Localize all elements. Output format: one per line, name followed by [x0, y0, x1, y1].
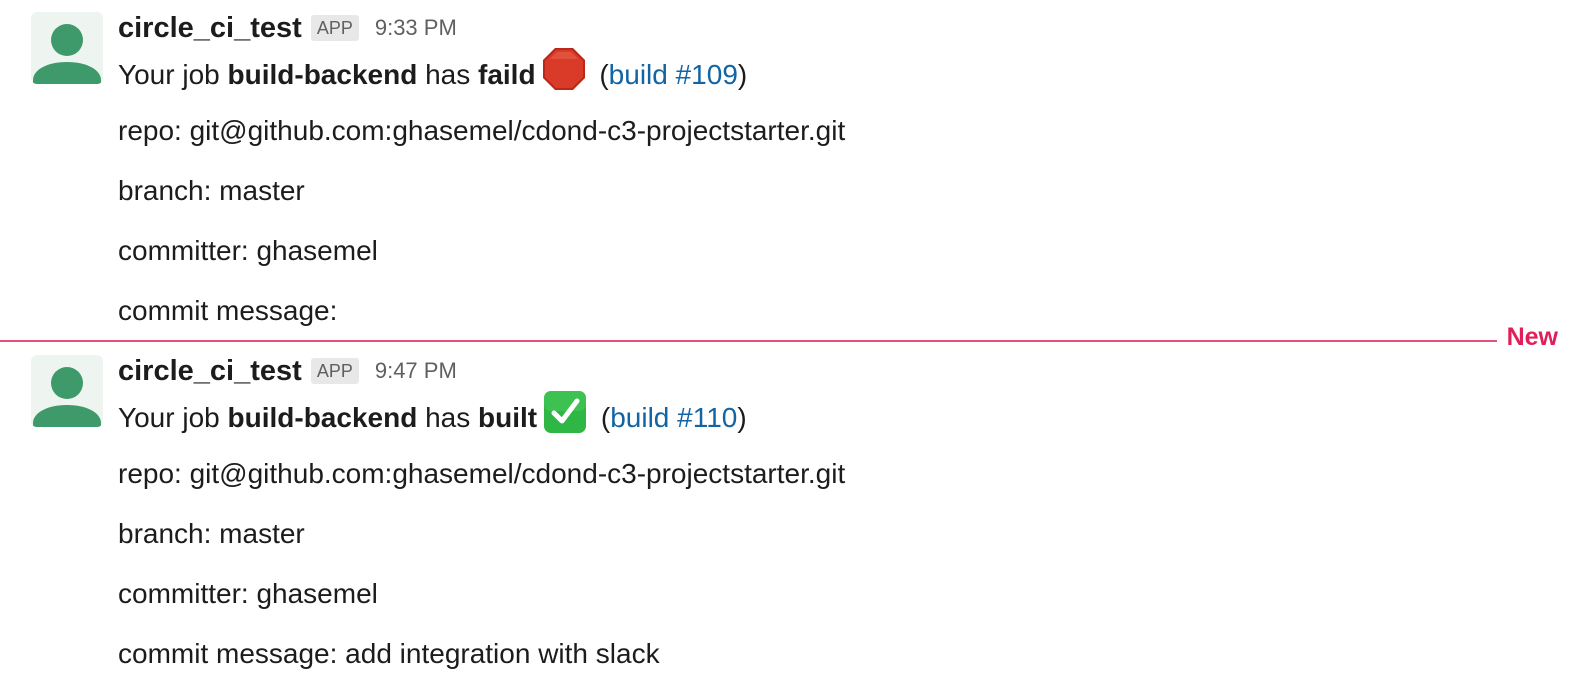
committer-line: committer: ghasemel — [118, 578, 378, 609]
user-icon — [33, 24, 101, 84]
check-mark-icon — [543, 390, 587, 443]
timestamp[interactable]: 9:47 PM — [375, 358, 457, 384]
branch-line: branch: master — [118, 175, 305, 206]
job-middle: has — [417, 401, 478, 433]
avatar[interactable] — [31, 355, 103, 427]
job-status-line: Your job build-backend has faild (build … — [118, 48, 748, 100]
branch-line: branch: master — [118, 518, 305, 549]
new-messages-label: New — [1500, 323, 1558, 352]
commit-message-line: commit message: add integration with sla… — [118, 638, 660, 669]
repo-line: repo: git@github.com:ghasemel/cdond-c3-p… — [118, 115, 846, 146]
commit-message-line: commit message: — [118, 295, 338, 326]
timestamp[interactable]: 9:33 PM — [375, 15, 457, 41]
repo-line: repo: git@github.com:ghasemel/cdond-c3-p… — [118, 458, 846, 489]
username[interactable]: circle_ci_test — [118, 355, 302, 388]
paren-close: ) — [737, 58, 748, 90]
job-name: build-backend — [227, 58, 418, 90]
paren-close: ) — [737, 401, 747, 433]
app-badge: APP — [310, 15, 359, 41]
build-link[interactable]: build #110 — [610, 402, 737, 433]
committer-line: committer: ghasemel — [118, 235, 378, 266]
user-icon — [33, 367, 101, 427]
paren-open: ( — [591, 58, 609, 90]
job-name: build-backend — [227, 401, 418, 433]
stop-sign-icon — [542, 47, 586, 100]
username[interactable]: circle_ci_test — [118, 12, 302, 45]
job-prefix: Your job — [118, 401, 228, 433]
app-badge: APP — [310, 358, 359, 384]
job-prefix: Your job — [118, 58, 228, 90]
new-messages-divider — [0, 340, 1497, 342]
message-header: circle_ci_test APP 9:47 PM — [118, 351, 457, 391]
paren-open: ( — [593, 401, 611, 433]
job-status-line: Your job build-backend has built (build … — [118, 391, 747, 443]
message-header: circle_ci_test APP 9:33 PM — [118, 8, 457, 48]
job-status: faild — [478, 58, 536, 90]
job-status: built — [478, 401, 538, 433]
avatar[interactable] — [31, 12, 103, 84]
build-link[interactable]: build #109 — [609, 59, 738, 90]
job-middle: has — [417, 58, 478, 90]
